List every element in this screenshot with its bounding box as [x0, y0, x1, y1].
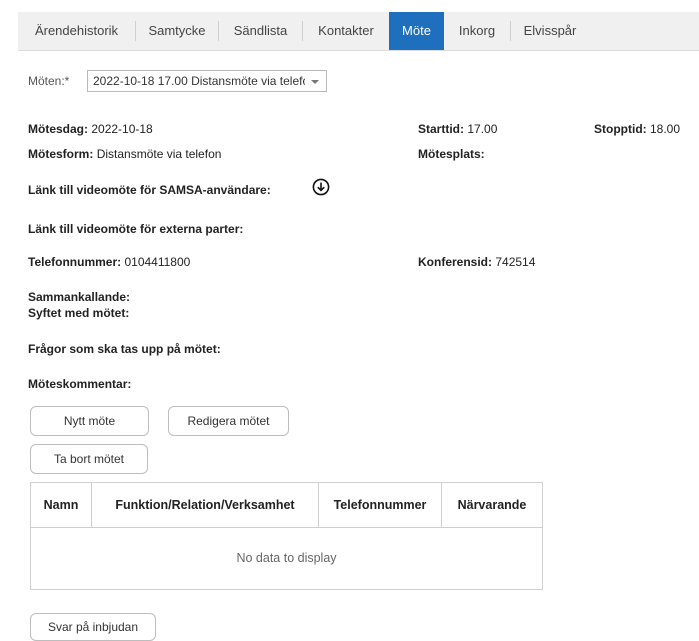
samsa-video-link: Länk till videomöte för SAMSA-användare:: [28, 183, 271, 197]
meeting-form-label: Mötesform:: [28, 147, 94, 161]
participants-table: Namn Funktion/Relation/Verksamhet Telefo…: [30, 482, 543, 590]
meeting-form-value: Distansmöte via telefon: [96, 147, 222, 161]
tab-inkorg[interactable]: Inkorg: [444, 12, 510, 50]
tab-elvisspar[interactable]: Elvisspår: [511, 12, 589, 50]
phone-number-value: 0104411800: [124, 255, 191, 269]
phone-number-label: Telefonnummer:: [28, 255, 122, 269]
conference-id: Konferensid: 742514: [418, 255, 535, 269]
tab-sandlista[interactable]: Sändlista: [219, 12, 302, 50]
meeting-form: Mötesform: Distansmöte via telefon: [28, 147, 221, 161]
meeting-date-label: Mötesdag:: [28, 122, 88, 136]
download-circle-icon[interactable]: [312, 178, 330, 196]
stop-time-value: 18.00: [650, 122, 681, 136]
meeting-purpose-label: Syftet med mötet:: [28, 306, 130, 320]
start-time-value: 17.00: [467, 122, 498, 136]
meeting-comment: Möteskommentar:: [28, 377, 131, 391]
external-video-link: Länk till videomöte för externa parter:: [28, 222, 243, 236]
meeting-date-value: 2022-10-18: [91, 122, 153, 136]
tab-arendehistorik[interactable]: Ärendehistorik: [18, 12, 135, 50]
reply-invitation-button[interactable]: Svar på inbjudan: [30, 613, 156, 641]
convener: Sammankallande:: [28, 290, 130, 304]
start-time: Starttid: 17.00: [418, 122, 497, 136]
chevron-down-icon: [311, 80, 319, 84]
column-header-telefonnummer[interactable]: Telefonnummer: [319, 483, 441, 527]
column-header-funktion[interactable]: Funktion/Relation/Verksamhet: [92, 483, 318, 527]
column-header-namn[interactable]: Namn: [31, 483, 91, 527]
table-empty-message: No data to display: [236, 551, 337, 565]
tab-mote[interactable]: Möte: [389, 12, 444, 50]
convener-label: Sammankallande:: [28, 290, 131, 304]
conference-id-label: Konferensid:: [418, 255, 493, 269]
new-meeting-button[interactable]: Nytt möte: [30, 406, 149, 436]
stop-time-label: Stopptid:: [594, 122, 647, 136]
meeting-date: Mötesdag: 2022-10-18: [28, 122, 153, 136]
meeting-select-label: Möten:*: [28, 74, 70, 88]
edit-meeting-button[interactable]: Redigera mötet: [168, 406, 289, 436]
column-header-narvarande[interactable]: Närvarande: [442, 483, 542, 527]
meeting-place: Mötesplats:: [418, 147, 485, 161]
meeting-purpose: Syftet med mötet:: [28, 306, 129, 320]
phone-number: Telefonnummer: 0104411800: [28, 255, 190, 269]
stop-time: Stopptid: 18.00: [594, 122, 680, 136]
meeting-comment-label: Möteskommentar:: [28, 377, 132, 391]
conference-id-value: 742514: [495, 255, 536, 269]
meeting-questions-label: Frågor som ska tas upp på mötet:: [28, 342, 221, 356]
meeting-select[interactable]: 2022-10-18 17.00 Distansmöte via telefon: [87, 70, 327, 92]
tab-samtycke[interactable]: Samtycke: [136, 12, 218, 50]
meeting-questions: Frågor som ska tas upp på mötet:: [28, 342, 221, 356]
meeting-place-label: Mötesplats:: [418, 147, 485, 161]
external-video-link-label: Länk till videomöte för externa parter:: [28, 222, 244, 236]
start-time-label: Starttid:: [418, 122, 464, 136]
tab-kontakter[interactable]: Kontakter: [303, 12, 389, 50]
tab-bar: Ärendehistorik Samtycke Sändlista Kontak…: [18, 12, 699, 51]
meeting-select-value: 2022-10-18 17.00 Distansmöte via telefon: [93, 74, 305, 88]
delete-meeting-button[interactable]: Ta bort mötet: [30, 444, 148, 474]
samsa-video-link-label: Länk till videomöte för SAMSA-användare:: [28, 183, 271, 197]
table-header: Namn Funktion/Relation/Verksamhet Telefo…: [31, 483, 542, 528]
